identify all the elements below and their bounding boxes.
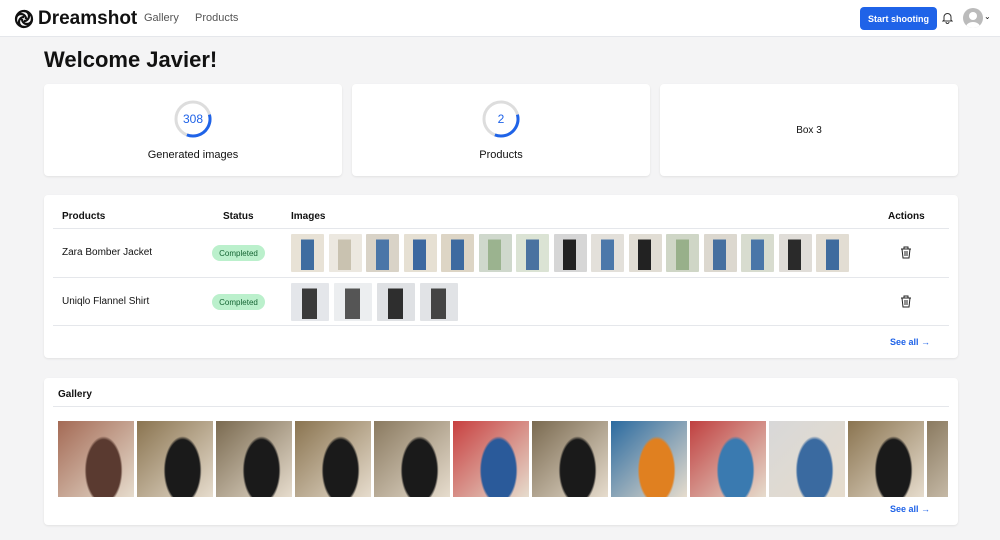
product-image-thumbnail[interactable] xyxy=(334,283,372,321)
gallery-image[interactable] xyxy=(769,421,845,497)
gallery-title: Gallery xyxy=(58,389,92,400)
products-see-all-link[interactable]: See all → xyxy=(890,337,930,347)
nav-gallery[interactable]: Gallery xyxy=(144,12,179,24)
gallery-image[interactable] xyxy=(137,421,213,497)
trash-icon[interactable] xyxy=(900,295,912,308)
product-thumbnails xyxy=(291,283,458,321)
product-image-thumbnail[interactable] xyxy=(666,234,699,272)
logo-icon xyxy=(14,9,34,29)
stat-generated-images: 308 Generated images xyxy=(44,84,342,176)
gallery-images xyxy=(58,421,948,497)
header-images: Images xyxy=(291,211,326,222)
gallery-image[interactable] xyxy=(58,421,134,497)
product-image-thumbnail[interactable] xyxy=(366,234,399,272)
bell-icon[interactable] xyxy=(942,11,953,24)
header-actions: Actions xyxy=(888,211,925,222)
product-image-thumbnail[interactable] xyxy=(516,234,549,272)
product-image-thumbnail[interactable] xyxy=(816,234,849,272)
gallery-image[interactable] xyxy=(532,421,608,497)
stat-label: Products xyxy=(479,149,523,161)
gallery-image[interactable] xyxy=(848,421,924,497)
product-image-thumbnail[interactable] xyxy=(778,234,812,272)
gallery-image[interactable] xyxy=(611,421,687,497)
product-name: Uniqlo Flannel Shirt xyxy=(62,296,150,307)
table-row[interactable]: Zara Bomber Jacket Completed xyxy=(53,228,949,277)
product-image-thumbnail[interactable] xyxy=(328,234,362,272)
header-products: Products xyxy=(62,211,106,222)
product-thumbnails xyxy=(291,234,849,272)
page-title: Welcome Javier! xyxy=(44,47,218,72)
product-image-thumbnail[interactable] xyxy=(553,234,587,272)
product-image-thumbnail[interactable] xyxy=(420,283,458,321)
product-image-thumbnail[interactable] xyxy=(403,234,437,272)
progress-ring: 2 xyxy=(481,99,521,139)
gallery-image[interactable] xyxy=(453,421,529,497)
product-image-thumbnail[interactable] xyxy=(741,234,774,272)
brand-logo[interactable]: Dreamshot xyxy=(14,8,137,30)
stat-value: 308 xyxy=(182,112,204,126)
gallery-image[interactable] xyxy=(295,421,371,497)
header-status: Status xyxy=(223,211,254,222)
user-avatar[interactable] xyxy=(963,8,983,28)
start-shooting-button[interactable]: Start shooting xyxy=(860,7,937,30)
product-image-thumbnail[interactable] xyxy=(441,234,474,272)
product-name: Zara Bomber Jacket xyxy=(62,247,153,258)
status-badge: Completed xyxy=(212,245,265,261)
progress-ring: 308 xyxy=(173,99,213,139)
gallery-image[interactable] xyxy=(927,421,948,497)
stat-value: 2 xyxy=(497,112,505,126)
stat-products: 2 Products xyxy=(352,84,650,176)
top-nav: Dreamshot Gallery Products Start shootin… xyxy=(0,0,1000,37)
product-image-thumbnail[interactable] xyxy=(591,234,624,272)
product-image-thumbnail[interactable] xyxy=(291,283,329,321)
divider xyxy=(53,406,949,407)
product-image-thumbnail[interactable] xyxy=(478,234,512,272)
nav-products[interactable]: Products xyxy=(195,12,238,24)
status-badge: Completed xyxy=(212,294,265,310)
brand-name: Dreamshot xyxy=(38,8,138,29)
gallery-see-all-link[interactable]: See all → xyxy=(890,504,930,514)
stat-label: Generated images xyxy=(147,149,239,161)
trash-icon[interactable] xyxy=(900,246,912,259)
box-label: Box 3 xyxy=(796,124,822,136)
gallery-image[interactable] xyxy=(374,421,450,497)
table-row[interactable]: Uniqlo Flannel Shirt Completed xyxy=(53,277,949,325)
chevron-down-icon[interactable]: ⌄ xyxy=(984,12,991,21)
product-image-thumbnail[interactable] xyxy=(628,234,662,272)
gallery-image[interactable] xyxy=(690,421,766,497)
product-image-thumbnail[interactable] xyxy=(291,234,324,272)
gallery-image[interactable] xyxy=(216,421,292,497)
product-image-thumbnail[interactable] xyxy=(703,234,737,272)
divider xyxy=(53,325,949,326)
stat-box-3: Box 3 xyxy=(660,84,958,176)
product-image-thumbnail[interactable] xyxy=(377,283,415,321)
